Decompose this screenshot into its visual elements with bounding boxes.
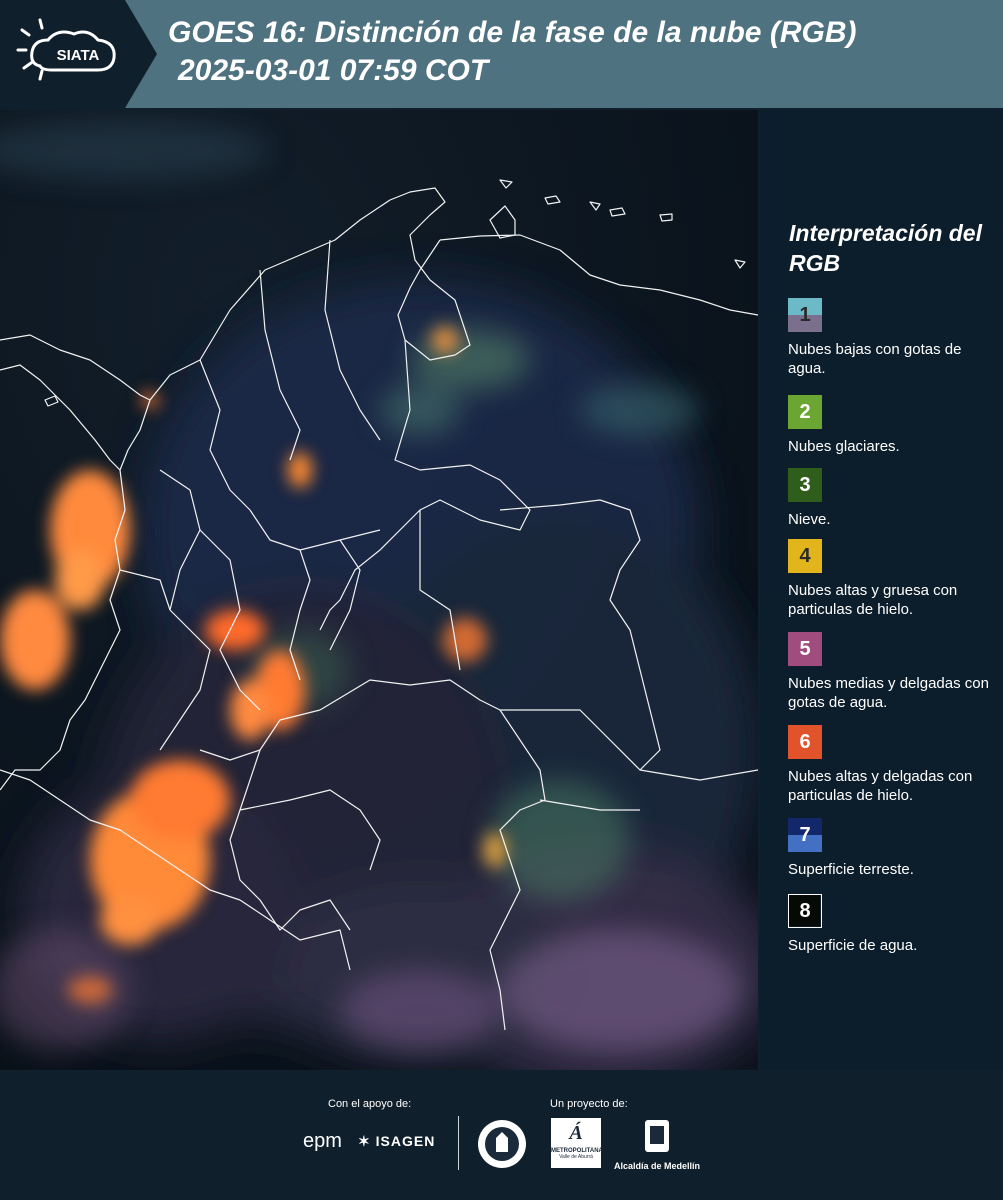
legend-label-1: Nubes bajas con gotas de agua.	[788, 341, 962, 377]
alcaldia-logo: Alcaldía de Medellín	[612, 1118, 702, 1171]
legend-item-6: 6 Nubes altas y delgadas con particulas …	[788, 725, 998, 805]
title-line2: 2025-03-01 07:59 COT	[178, 54, 489, 87]
legend-label-8: Superficie de agua.	[788, 937, 918, 954]
legend-number-4: 4	[799, 544, 811, 567]
alcaldia-text: Alcaldía de Medellín	[613, 1161, 701, 1171]
medellin-shield-icon	[645, 1120, 669, 1152]
isagen-logo: ✶ ISAGEN	[358, 1133, 435, 1150]
support-label: Con el apoyo de:	[328, 1098, 412, 1110]
legend-label-6: Nubes altas y delgadas con particulas de…	[788, 768, 973, 804]
isagen-text: ISAGEN	[375, 1133, 436, 1149]
logo-text: SIATA	[57, 47, 100, 64]
legend-swatch-4: 4	[788, 539, 822, 573]
header: SIATA GOES 16: Distinción de la fase de …	[0, 0, 1003, 108]
legend-label-2: Nubes glaciares.	[788, 438, 900, 455]
legend-item-7: 7 Superficie terreste.	[788, 818, 998, 879]
legend-item-3: 3 Nieve.	[788, 468, 998, 529]
legend-swatch-5: 5	[788, 632, 822, 666]
legend-swatch-1: 1	[788, 298, 822, 332]
satellite-map	[0, 110, 758, 1070]
epm-text: epm	[303, 1130, 342, 1152]
legend-number-7: 7	[799, 823, 811, 846]
isagen-star-icon: ✶	[358, 1133, 371, 1149]
legend-label-4: Nubes altas y gruesa con particulas de h…	[788, 582, 958, 618]
footer: Con el apoyo de: Un proyecto de: epm ✶ I…	[0, 1070, 1003, 1200]
footer-divider	[458, 1116, 459, 1170]
legend-label-7: Superficie terreste.	[788, 861, 914, 878]
legend-swatch-3: 3	[788, 468, 822, 502]
legend-item-8: 8 Superficie de agua.	[788, 894, 998, 955]
siata-logo: SIATA	[0, 0, 160, 108]
legend-number-2: 2	[799, 400, 811, 423]
legend-number-8: 8	[799, 899, 811, 922]
legend-swatch-2: 2	[788, 395, 822, 429]
legend-number-5: 5	[799, 637, 811, 660]
legend-label-3: Nieve.	[788, 511, 831, 528]
legend-swatch-8: 8	[788, 894, 822, 928]
legend-number-6: 6	[799, 730, 811, 753]
page-title: GOES 16: Distinción de la fase de la nub…	[168, 14, 856, 90]
legend-item-5: 5 Nubes medias y delgadas con gotas de a…	[788, 632, 998, 712]
legend-swatch-7: 7	[788, 818, 822, 852]
antioquia-seal-icon	[476, 1118, 528, 1175]
legend-item-1: 1 Nubes bajas con gotas de agua.	[788, 298, 998, 378]
area-metropolitana-logo: Á METROPOLITANA Valle de Aburrá	[551, 1118, 603, 1168]
legend-item-2: 2 Nubes glaciares.	[788, 395, 998, 456]
area-sub: Valle de Aburrá	[559, 1154, 593, 1160]
title-line1: GOES 16: Distinción de la fase de la nub…	[168, 16, 857, 49]
legend-swatch-6: 6	[788, 725, 822, 759]
legend-number-3: 3	[799, 473, 811, 496]
epm-logo: epm	[303, 1130, 342, 1153]
legend-panel: Interpretación del RGB 1 Nubes bajas con…	[760, 110, 1003, 1070]
legend-item-4: 4 Nubes altas y gruesa con particulas de…	[788, 539, 998, 619]
legend-label-5: Nubes medias y delgadas con gotas de agu…	[788, 675, 989, 711]
legend-title: Interpretación del RGB	[789, 220, 982, 276]
project-label: Un proyecto de:	[550, 1098, 628, 1110]
legend-number-1: 1	[799, 303, 811, 326]
